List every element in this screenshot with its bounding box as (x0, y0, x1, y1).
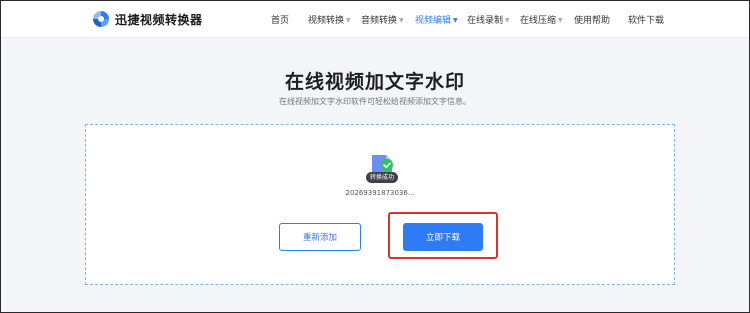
status-badge: 转换成功 (366, 172, 399, 183)
main-nav: 首页 视频转换 ▼ 音频转换 ▼ 视频编辑 ▼ 在线录制 ▼ 在线压缩 ▼ 使用帮助 软件… (1, 13, 749, 27)
nav-item-label: 在线压缩 (520, 16, 557, 26)
chevron-down-icon: ▼ (453, 17, 458, 24)
nav-item-video-convert[interactable]: 视频转换 ▼ (308, 13, 351, 26)
nav-item-software-download[interactable]: 软件下载 (628, 13, 664, 26)
download-highlight-box (388, 212, 498, 259)
nav-item-help[interactable]: 使用帮助 (574, 13, 610, 26)
chevron-down-icon: ▼ (558, 17, 563, 24)
chevron-down-icon: ▼ (399, 17, 404, 24)
nav-item-online-compress[interactable]: 在线压缩 ▼ (520, 13, 563, 26)
nav-item-audio-convert[interactable]: 音频转换 ▼ (361, 13, 404, 26)
chevron-down-icon: ▼ (346, 17, 351, 24)
nav-item-label: 视频转换 (308, 16, 345, 26)
nav-item-label: 在线录制 (467, 16, 504, 26)
upload-panel: 转换成功 20269391873036... 重新添加 立即下载 (85, 124, 675, 285)
nav-item-label: 音频转换 (361, 16, 398, 26)
file-name: 20269391873036... (345, 189, 415, 197)
chevron-down-icon: ▼ (505, 17, 510, 24)
nav-item-label: 视频编辑 (415, 16, 452, 26)
nav-item-video-edit[interactable]: 视频编辑 ▼ (415, 13, 458, 26)
page-subtitle: 在线视频加文字水印软件可轻松给视频添加文字信息。 (279, 97, 471, 106)
nav-item-online-record[interactable]: 在线录制 ▼ (467, 13, 510, 26)
nav-item-label: 首页 (271, 16, 290, 26)
nav-item-home[interactable]: 首页 (271, 13, 289, 26)
nav-item-label: 软件下载 (628, 16, 665, 26)
top-header: 迅捷视频转换器 首页 视频转换 ▼ 音频转换 ▼ 视频编辑 ▼ 在线录制 ▼ 在线压缩 ▼… (1, 1, 749, 38)
readd-button[interactable]: 重新添加 (279, 223, 361, 251)
nav-item-label: 使用帮助 (574, 16, 611, 26)
page-title: 在线视频加文字水印 (284, 71, 465, 93)
